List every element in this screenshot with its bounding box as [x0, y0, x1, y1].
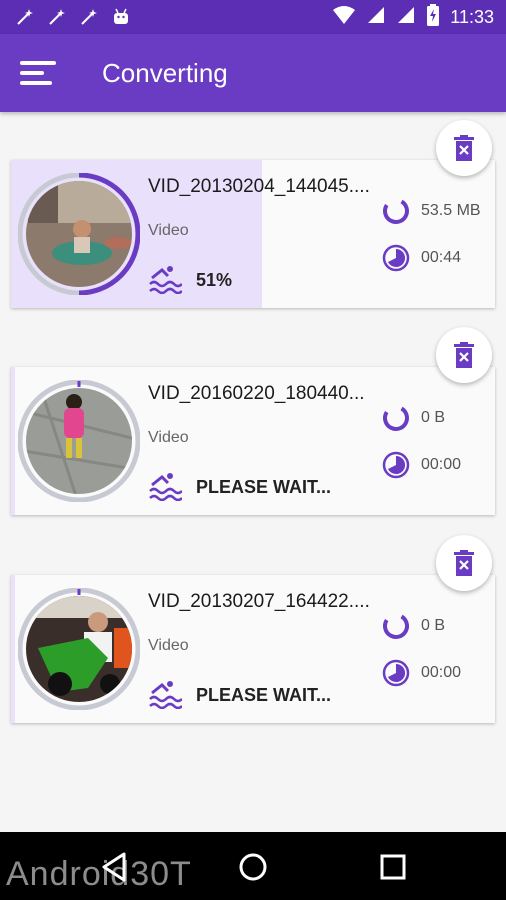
progress-text: PLEASE WAIT...	[196, 477, 332, 497]
video-thumbnail	[17, 172, 141, 296]
battery-charging-icon	[426, 3, 440, 31]
size-row: 0 B	[381, 611, 445, 641]
file-size: 53.5 MB	[421, 202, 481, 219]
delete-button[interactable]	[436, 120, 492, 176]
app-bar: Converting	[0, 34, 506, 112]
file-name: VID_20130207_164422....	[148, 591, 370, 612]
file-duration: 00:00	[421, 456, 462, 473]
delete-icon	[454, 135, 474, 161]
wifi-icon	[332, 5, 356, 30]
file-duration: 00:44	[421, 249, 462, 266]
size-row: 53.5 MB	[381, 196, 481, 226]
file-type: Video	[148, 222, 189, 239]
data-usage-icon	[383, 198, 409, 224]
waves-icon	[148, 679, 183, 710]
size-row: 0 B	[381, 403, 445, 433]
magic-wand-icon	[46, 6, 68, 28]
conversion-item[interactable]: VID_20130207_164422.... Video PLEASE WAI…	[11, 575, 495, 723]
timer-icon	[382, 451, 410, 479]
data-usage-icon	[383, 613, 409, 639]
duration-row: 00:00	[381, 450, 461, 480]
notification-icons	[14, 6, 132, 28]
page-title: Converting	[102, 58, 228, 88]
delete-icon	[454, 550, 474, 576]
data-usage-icon	[383, 405, 409, 431]
system-icons: 11:33	[332, 3, 494, 31]
video-thumbnail	[17, 379, 141, 503]
magic-wand-icon	[78, 6, 100, 28]
home-button[interactable]	[236, 850, 270, 884]
clock: 11:33	[450, 6, 494, 27]
delete-button[interactable]	[436, 535, 492, 591]
file-size: 0 B	[421, 409, 446, 426]
video-thumbnail	[17, 587, 141, 711]
home-icon	[239, 853, 267, 881]
menu-button[interactable]	[18, 56, 60, 90]
waves-icon	[148, 264, 183, 295]
timer-icon	[382, 659, 410, 687]
conversion-item[interactable]: VID_20130204_144045.... Video 51% 53.5 M…	[11, 160, 495, 308]
waves-icon	[148, 471, 183, 502]
file-size: 0 B	[421, 617, 446, 634]
android-icon	[110, 6, 132, 28]
status-bar: 11:33	[0, 0, 506, 34]
file-name: VID_20160220_180440...	[148, 383, 365, 404]
cell-signal-icon	[396, 5, 416, 30]
watermark-text: Android30T	[6, 855, 192, 893]
conversion-item[interactable]: VID_20160220_180440... Video PLEASE WAIT…	[11, 367, 495, 515]
delete-icon	[454, 342, 474, 368]
timer-icon	[382, 244, 410, 272]
menu-icon	[20, 61, 56, 85]
recents-button[interactable]	[376, 850, 410, 884]
file-duration: 00:00	[421, 664, 462, 681]
magic-wand-icon	[14, 6, 36, 28]
recents-icon	[380, 854, 406, 880]
file-type: Video	[148, 429, 189, 446]
progress-text: PLEASE WAIT...	[196, 685, 332, 705]
progress-text: 51%	[196, 270, 233, 290]
file-name: VID_20130204_144045....	[148, 176, 370, 197]
file-type: Video	[148, 637, 189, 654]
cell-signal-icon	[366, 5, 386, 30]
duration-row: 00:00	[381, 658, 461, 688]
delete-button[interactable]	[436, 327, 492, 383]
duration-row: 00:44	[381, 243, 461, 273]
